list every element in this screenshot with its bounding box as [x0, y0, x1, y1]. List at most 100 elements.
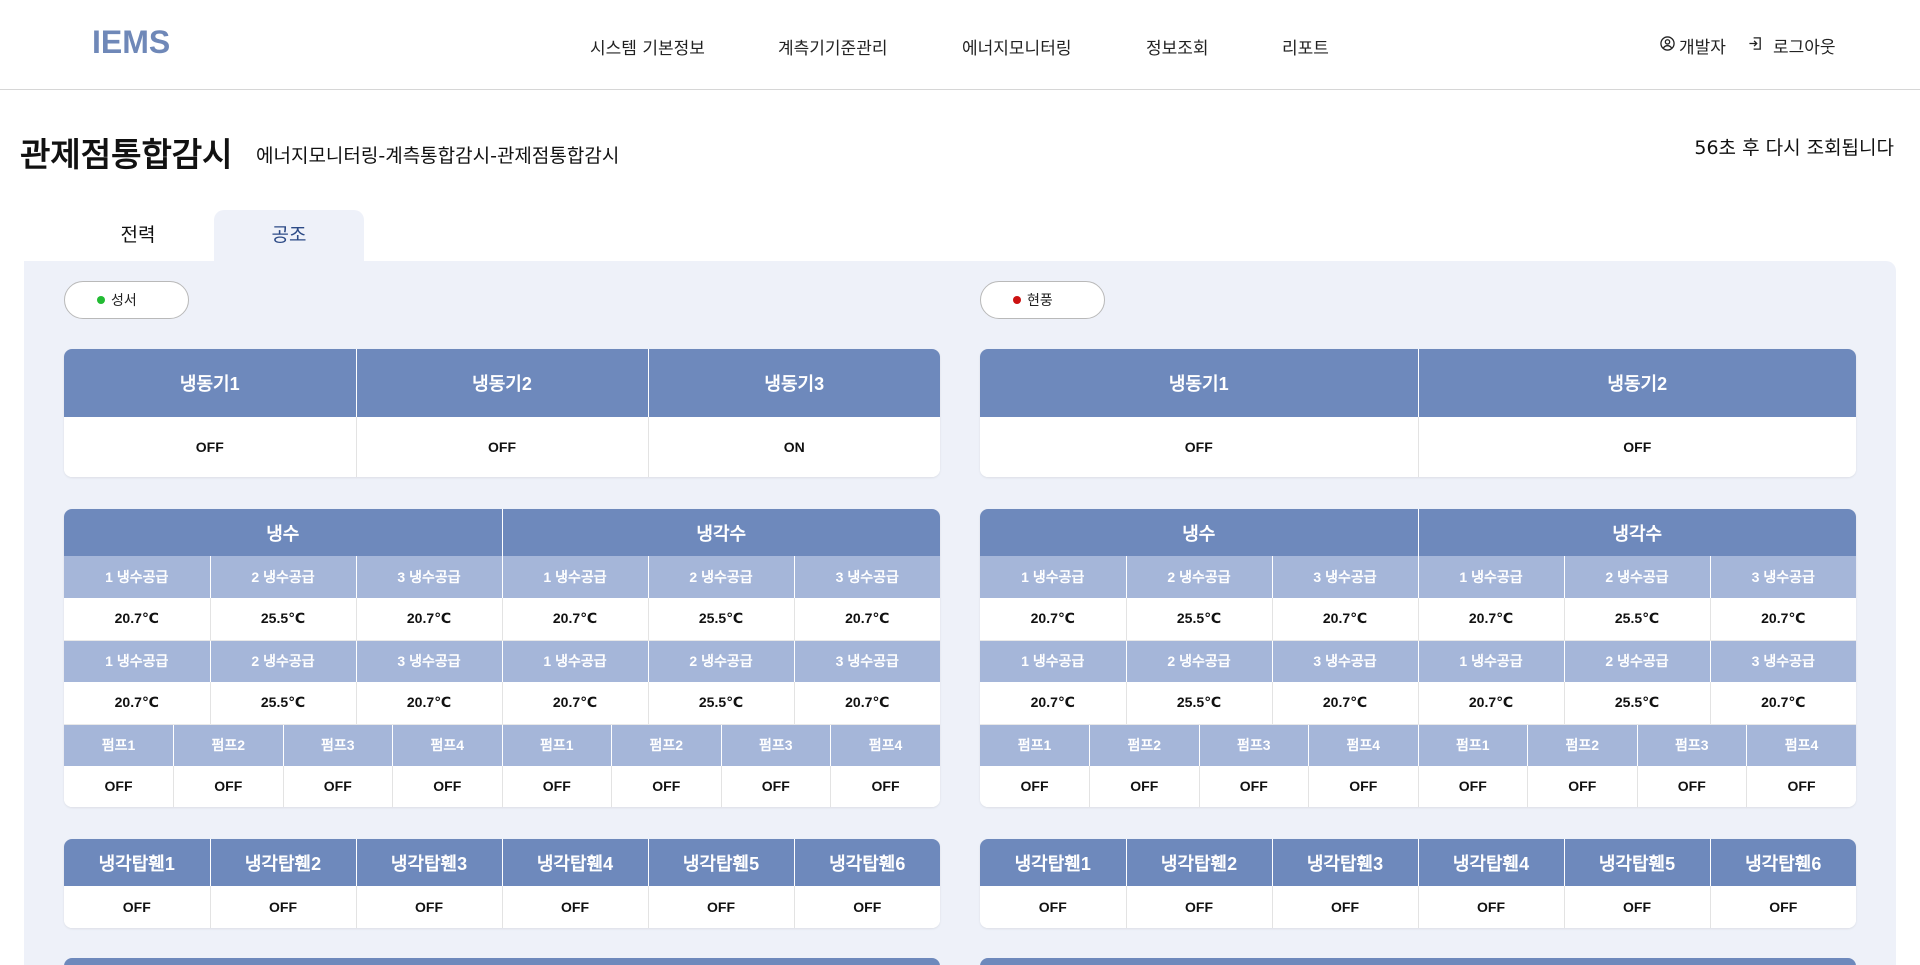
sensor-label: 1 냉수공급 — [1418, 640, 1565, 682]
sensor-label: 1 냉수공급 — [980, 556, 1127, 598]
sensor-label: 3 냉수공급 — [794, 556, 940, 598]
tower-fan-status: OFF — [1710, 886, 1856, 928]
temperature-value: 20.7℃ — [1418, 598, 1565, 641]
temperature-value: 20.7℃ — [64, 598, 211, 641]
sensor-label: 2 냉수공급 — [1126, 640, 1273, 682]
tab-hvac[interactable]: 공조 — [214, 210, 364, 261]
nav-item-energy-monitoring[interactable]: 에너지모니터링 — [962, 34, 1071, 59]
pump-label: 펌프2 — [173, 724, 284, 766]
sensor-label: 2 냉수공급 — [1564, 556, 1711, 598]
status-dot — [97, 296, 105, 304]
logout-label: 로그아웃 — [1773, 38, 1836, 58]
pump-label: 펌프1 — [64, 724, 174, 766]
sensor-label: 2 냉수공급 — [1564, 640, 1711, 682]
pump-label: 펌프3 — [283, 724, 393, 766]
tab-power[interactable]: 전력 — [63, 210, 213, 261]
temperature-value: 25.5℃ — [648, 598, 795, 641]
sensor-label: 1 냉수공급 — [502, 640, 649, 682]
tower-fan-header: 냉각탑휀1 — [64, 839, 211, 886]
tower-fan-status: OFF — [502, 886, 649, 928]
temperature-value: 20.7℃ — [502, 598, 649, 641]
next-table-header — [64, 958, 940, 965]
chiller-status-table: 냉동기1 냉동기2 냉동기3 OFF OFF ON — [64, 349, 940, 477]
sensor-label: 3 냉수공급 — [1710, 556, 1856, 598]
pump-status: OFF — [1199, 766, 1309, 807]
chiller-header: 냉동기1 — [980, 349, 1419, 417]
group-header-cooling-water: 냉각수 — [502, 509, 940, 556]
sensor-label: 2 냉수공급 — [648, 556, 795, 598]
pump-label: 펌프3 — [1637, 724, 1747, 766]
tower-fan-status: OFF — [356, 886, 503, 928]
temperature-value: 20.7℃ — [980, 598, 1127, 641]
chiller-header: 냉동기3 — [648, 349, 940, 417]
water-temperature-table: 냉수 냉각수 1 냉수공급 2 냉수공급 3 냉수공급 1 냉수공급 2 냉수공… — [64, 509, 940, 807]
pump-label: 펌프4 — [1308, 724, 1419, 766]
pump-label: 펌프2 — [1089, 724, 1200, 766]
sensor-label: 2 냉수공급 — [210, 640, 357, 682]
pump-status: OFF — [1089, 766, 1200, 807]
temperature-value: 25.5℃ — [210, 682, 357, 725]
nav-item-meter-management[interactable]: 계측기기준관리 — [778, 34, 887, 59]
sensor-label: 3 냉수공급 — [1710, 640, 1856, 682]
app-logo[interactable]: IEMS — [92, 24, 170, 61]
logout-icon — [1748, 36, 1763, 56]
nav-item-system-info[interactable]: 시스템 기본정보 — [590, 34, 705, 59]
chiller-status: OFF — [356, 417, 649, 477]
tower-fan-status: OFF — [1272, 886, 1419, 928]
sensor-label: 1 냉수공급 — [64, 556, 211, 598]
temperature-value: 20.7℃ — [1272, 682, 1419, 725]
site-badge-seongseo[interactable]: 성서 — [64, 281, 189, 319]
chiller-status: OFF — [980, 417, 1419, 477]
chiller-header: 냉동기1 — [64, 349, 357, 417]
tower-fan-status: OFF — [1418, 886, 1565, 928]
sensor-label: 3 냉수공급 — [1272, 556, 1419, 598]
site-badge-hyeonpung[interactable]: 현풍 — [980, 281, 1105, 319]
chiller-header: 냉동기2 — [356, 349, 649, 417]
pump-status: OFF — [611, 766, 722, 807]
temperature-value: 25.5℃ — [1564, 598, 1711, 641]
temperature-value: 20.7℃ — [356, 598, 503, 641]
refresh-countdown: 56초 후 다시 조회됩니다 — [1694, 137, 1894, 159]
temperature-value: 20.7℃ — [1710, 598, 1856, 641]
group-header-chilled-water: 냉수 — [64, 509, 503, 556]
pump-status: OFF — [1418, 766, 1528, 807]
sensor-label: 3 냉수공급 — [356, 640, 503, 682]
tower-fan-header: 냉각탑휀2 — [1126, 839, 1273, 886]
user-name: 개발자 — [1679, 38, 1726, 58]
temperature-value: 20.7℃ — [502, 682, 649, 725]
sensor-label: 1 냉수공급 — [64, 640, 211, 682]
temperature-value: 20.7℃ — [980, 682, 1127, 725]
pump-status: OFF — [1308, 766, 1419, 807]
nav-item-report[interactable]: 리포트 — [1282, 34, 1329, 59]
water-temperature-table: 냉수 냉각수 1 냉수공급 2 냉수공급 3 냉수공급 1 냉수공급 2 냉수공… — [980, 509, 1856, 807]
site-name: 현풍 — [1027, 293, 1053, 309]
pump-status: OFF — [283, 766, 393, 807]
breadcrumb: 에너지모니터링-계측통합감시-관제점통합감시 — [256, 145, 620, 167]
pump-status: OFF — [502, 766, 612, 807]
page-title: 관제점통합감시 — [20, 135, 233, 174]
status-dot — [1013, 296, 1021, 304]
sensor-label: 3 냉수공급 — [356, 556, 503, 598]
tower-fan-status: OFF — [648, 886, 795, 928]
user-profile-link[interactable]: 개발자 — [1660, 33, 1726, 58]
user-icon — [1660, 35, 1675, 56]
nav-item-info-query[interactable]: 정보조회 — [1146, 34, 1209, 59]
tower-fan-status: OFF — [980, 886, 1127, 928]
tower-fan-status: OFF — [1126, 886, 1273, 928]
tower-fan-header: 냉각탑휀3 — [356, 839, 503, 886]
tower-fan-status: OFF — [210, 886, 357, 928]
pump-label: 펌프3 — [1199, 724, 1309, 766]
pump-label: 펌프3 — [721, 724, 831, 766]
tower-fan-header: 냉각탑휀4 — [1418, 839, 1565, 886]
pump-label: 펌프1 — [1418, 724, 1528, 766]
pump-status: OFF — [1746, 766, 1856, 807]
logout-button[interactable]: 로그아웃 — [1748, 33, 1836, 58]
group-header-chilled-water: 냉수 — [980, 509, 1419, 556]
chiller-status: ON — [648, 417, 940, 477]
pump-label: 펌프1 — [502, 724, 612, 766]
tower-fan-header: 냉각탑휀1 — [980, 839, 1127, 886]
tower-fan-header: 냉각탑휀3 — [1272, 839, 1419, 886]
cooling-tower-fan-table: 냉각탑휀1 냉각탑휀2 냉각탑휀3 냉각탑휀4 냉각탑휀5 냉각탑휀6 OFF … — [980, 839, 1856, 928]
sensor-label: 3 냉수공급 — [794, 640, 940, 682]
group-header-cooling-water: 냉각수 — [1418, 509, 1856, 556]
